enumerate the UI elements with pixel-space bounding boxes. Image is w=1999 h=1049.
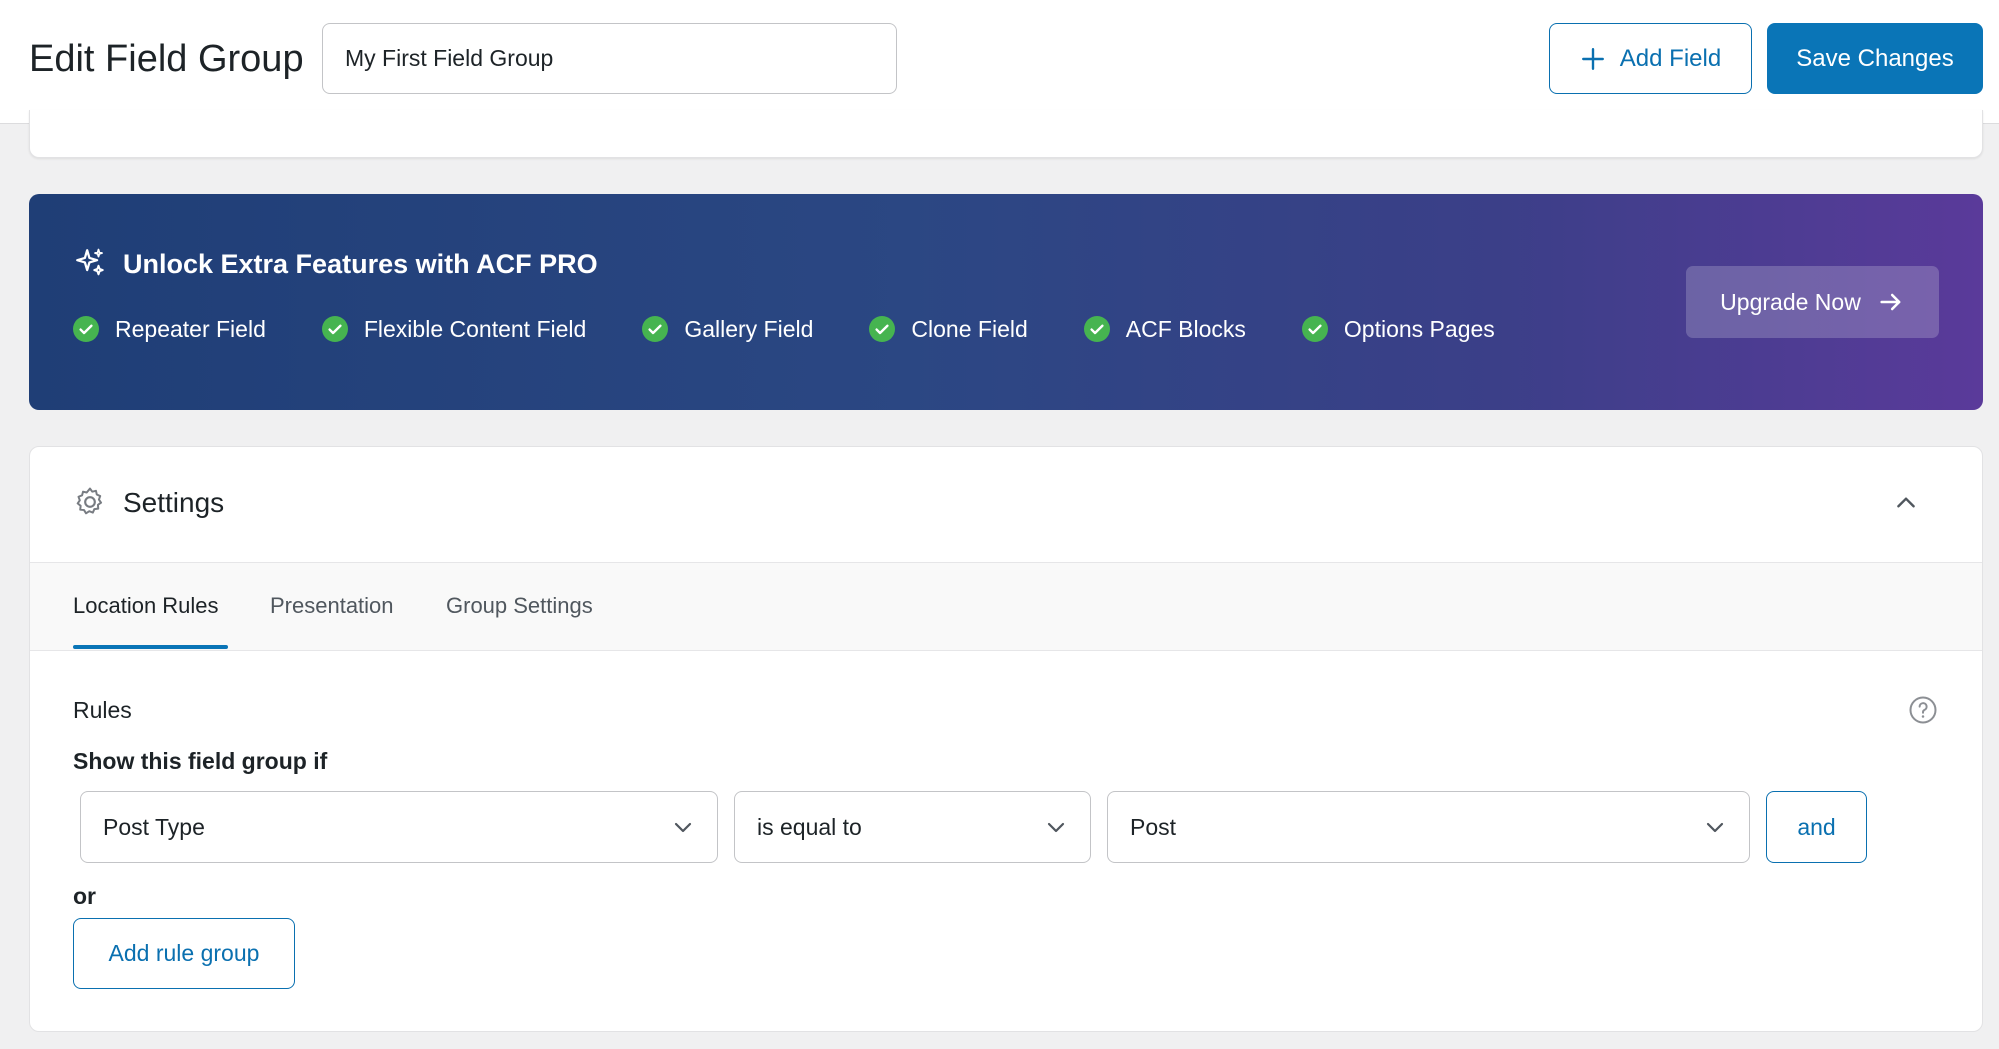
rule-operator-value: is equal to [757,813,862,840]
sparkles-icon [76,248,104,276]
gear-icon [76,487,103,515]
check-circle-icon [73,316,99,342]
feature-label: ACF Blocks [1125,315,1246,342]
check-circle-icon [1083,316,1110,342]
feature-item: Repeater Field [73,316,266,343]
rule-param-value: Post Type [103,813,205,840]
field-group-title-input[interactable] [322,23,897,94]
chevron-down-icon [1706,822,1724,833]
settings-title: Settings [123,487,225,518]
pro-feature-list: Repeater Field Flexible Content Field Ga… [73,311,1551,347]
or-label: or [73,883,96,909]
upgrade-now-button[interactable]: Upgrade Now [1686,266,1939,338]
feature-item: Flexible Content Field [321,315,587,343]
tab-group-settings[interactable]: Group Settings [446,593,593,619]
add-and-rule-button[interactable]: and [1766,791,1867,863]
promo-title: Unlock Extra Features with ACF PRO [123,249,598,279]
tab-presentation[interactable]: Presentation [270,593,394,619]
check-circle-icon [869,316,896,342]
rule-value-value: Post [1130,813,1177,840]
chevron-down-icon [674,822,692,833]
tab-location-rules[interactable]: Location Rules [73,593,219,619]
rule-operator-select[interactable]: is equal to [734,791,1091,863]
active-tab-indicator [73,645,228,649]
check-circle-icon [1301,316,1328,342]
add-rule-group-button[interactable]: Add rule group [73,918,295,989]
chevron-up-icon[interactable] [1893,490,1919,516]
feature-item: ACF Blocks [1083,315,1246,343]
page-title: Edit Field Group [29,38,304,80]
feature-label: Flexible Content Field [363,315,587,342]
feature-label: Gallery Field [684,315,814,342]
add-field-button[interactable]: Add Field [1549,23,1752,94]
upgrade-now-label: Upgrade Now [1720,288,1861,315]
check-circle-icon [321,316,348,342]
settings-panel [29,446,1983,1032]
feature-label: Repeater Field [115,315,266,342]
show-if-label: Show this field group if [73,748,328,774]
rules-label: Rules [73,697,132,723]
add-field-label: Add Field [1619,44,1722,72]
rule-value-select[interactable]: Post [1107,791,1750,863]
save-changes-button[interactable]: Save Changes [1767,23,1983,94]
check-circle-icon [642,316,669,342]
plus-icon [1581,47,1604,70]
feature-label: Clone Field [911,315,1028,342]
chevron-down-icon [1047,822,1065,833]
help-circle-icon[interactable] [1908,695,1938,725]
feature-label: Options Pages [1343,315,1495,342]
rule-param-select[interactable]: Post Type [80,791,718,863]
feature-item: Options Pages [1301,315,1495,343]
feature-item: Clone Field [869,315,1028,343]
field-list-card [29,110,1983,158]
feature-item: Gallery Field [642,316,813,343]
arrow-right-icon [1880,293,1901,311]
